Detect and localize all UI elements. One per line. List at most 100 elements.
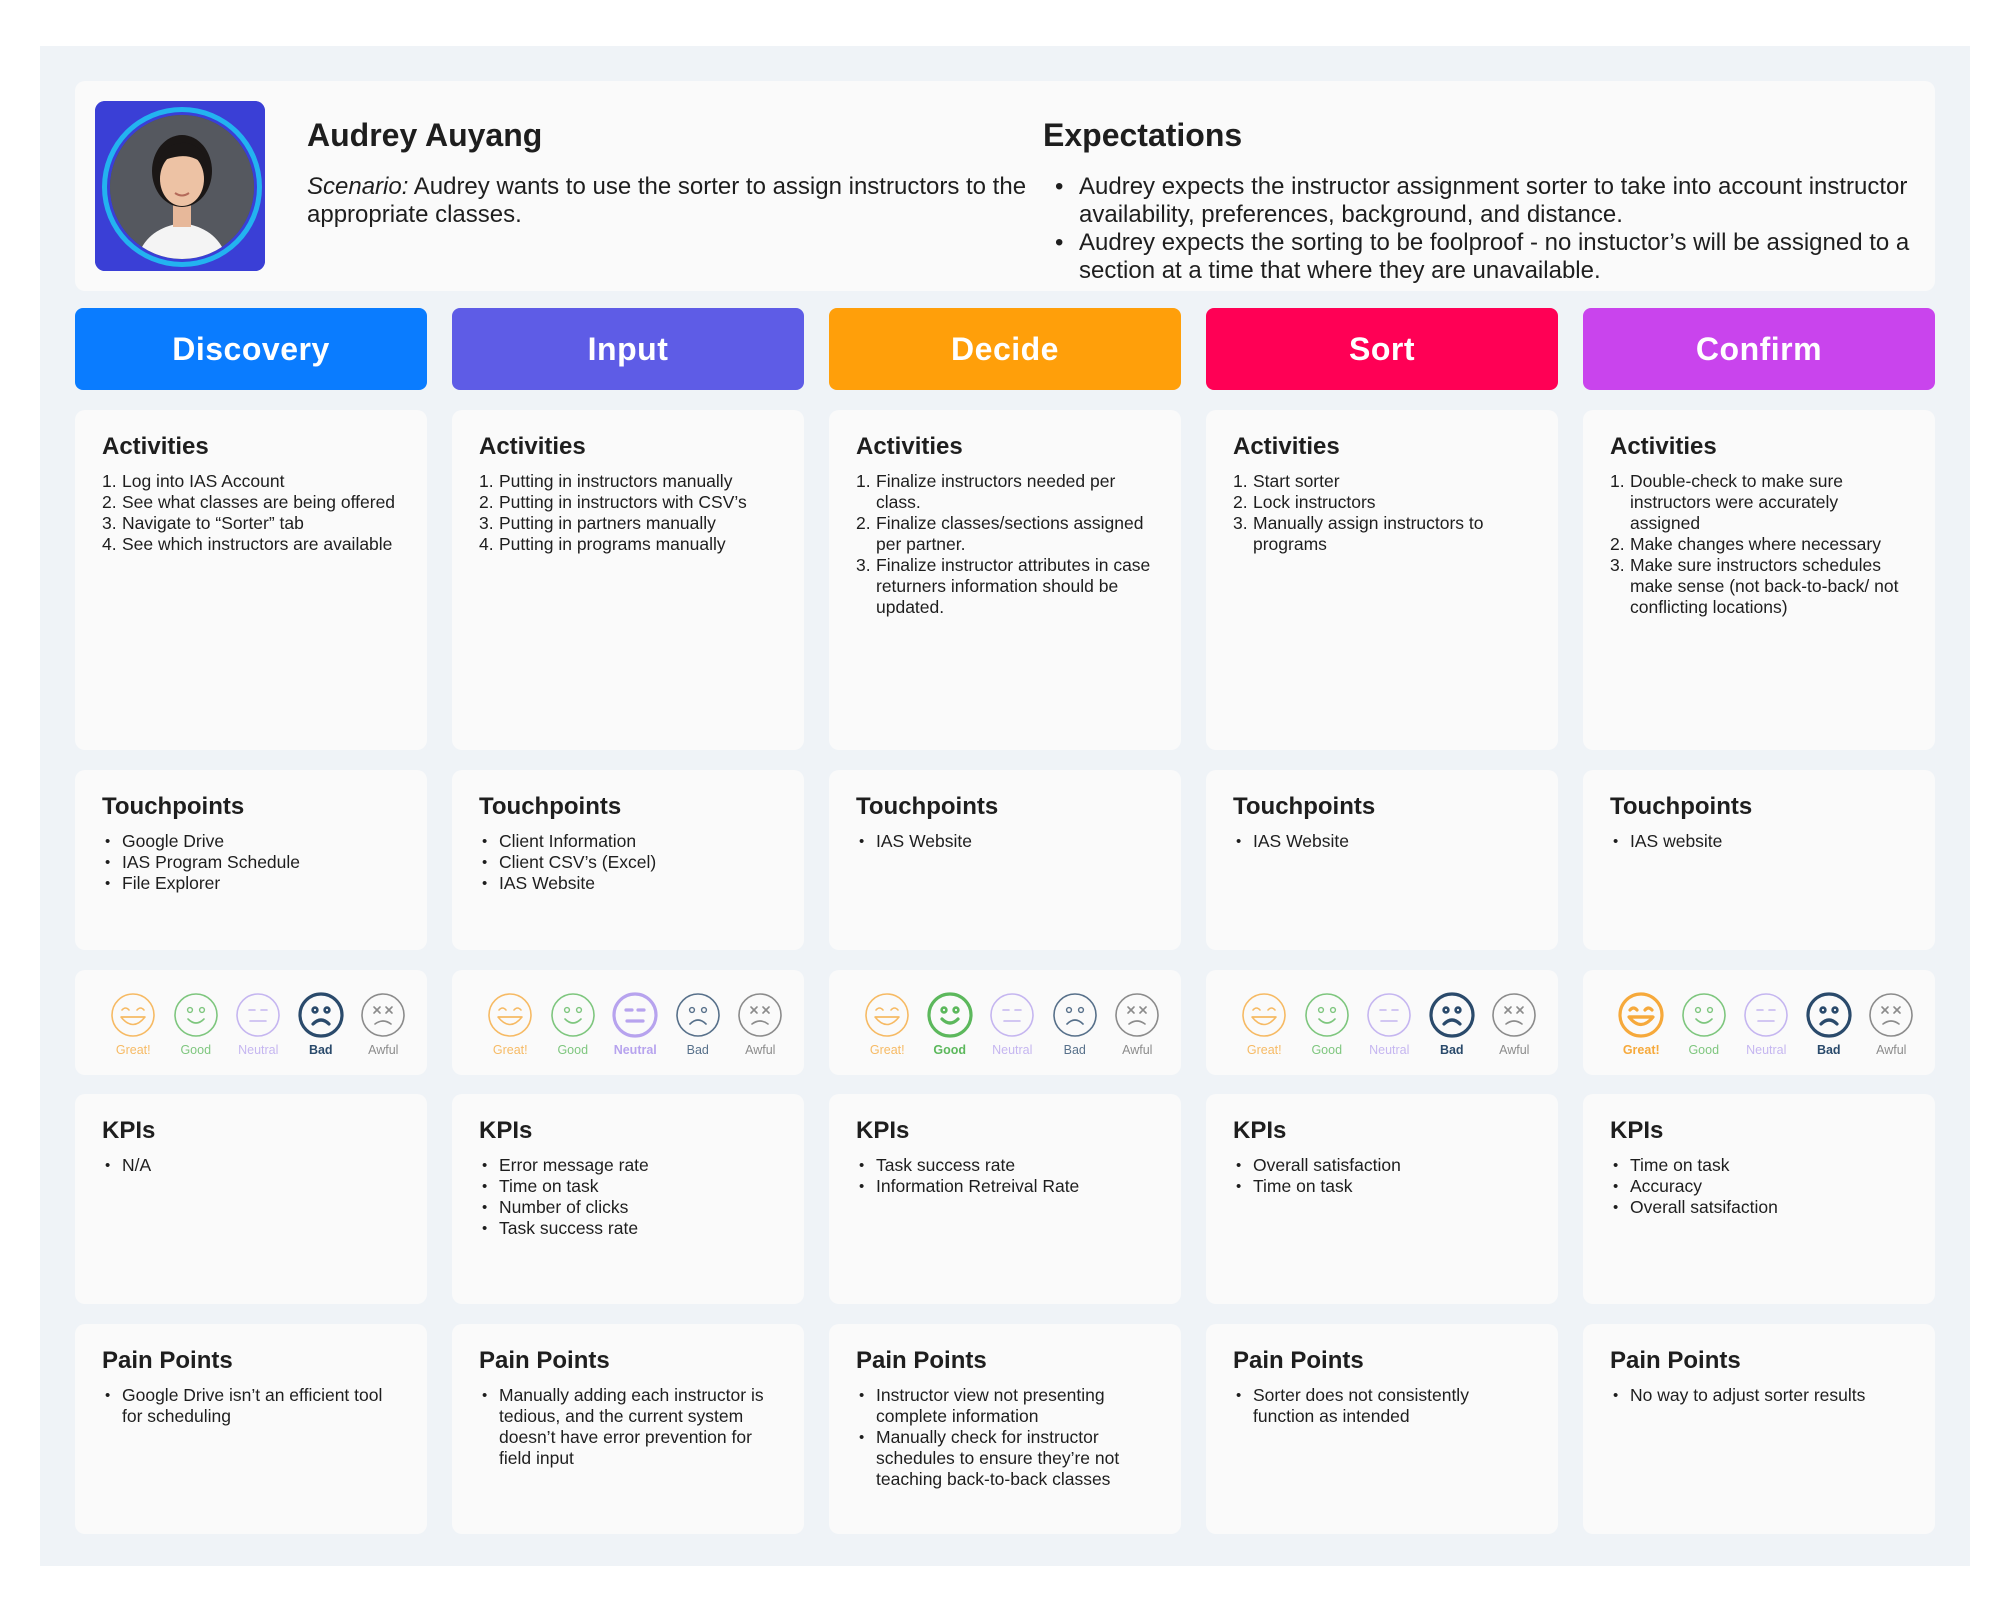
expectation-item: Audrey expects the instructor assignment… xyxy=(1043,173,1918,229)
emotion-label: Great! xyxy=(115,1043,151,1057)
touchpoints-title: Touchpoints xyxy=(856,793,999,820)
emotion-good: Good xyxy=(1673,990,1736,1057)
touchpoints-item: File Explorer xyxy=(102,873,401,894)
emotion-label: Good xyxy=(180,1043,212,1057)
kpis-item: Time on task xyxy=(1610,1155,1909,1176)
touchpoints-item: IAS website xyxy=(1610,831,1909,852)
activities-item: Make sure instructors schedules make sen… xyxy=(1610,555,1909,618)
activities-item: Make changes where necessary xyxy=(1610,534,1909,555)
good-face-icon xyxy=(1679,990,1729,1040)
touchpoints-list: IAS Website xyxy=(856,831,1155,852)
activities-item: Navigate to “Sorter” tab xyxy=(102,513,401,534)
activities-item: Putting in instructors with CSV’s xyxy=(479,492,778,513)
good-face-icon xyxy=(1302,990,1352,1040)
touchpoints-card-input: Touchpoints Client InformationClient CSV’… xyxy=(452,770,804,950)
persona-card: Audrey Auyang Scenario: Audrey wants to … xyxy=(75,81,1935,291)
awful-face-icon xyxy=(358,990,408,1040)
activities-title: Activities xyxy=(102,433,209,460)
great-face-icon xyxy=(862,990,912,1040)
emotion-good: Good xyxy=(165,990,228,1057)
neutral-face-icon xyxy=(610,990,660,1040)
pain-points-title: Pain Points xyxy=(1610,1347,1741,1374)
emotion-label: Awful xyxy=(745,1043,776,1057)
emotion-label: Good xyxy=(933,1043,967,1057)
emotion-neutral: Neutral xyxy=(604,990,667,1057)
bad-face-icon xyxy=(296,990,346,1040)
awful-face-icon xyxy=(1866,990,1916,1040)
expectations-title: Expectations xyxy=(1043,117,1243,153)
touchpoints-title: Touchpoints xyxy=(479,793,622,820)
emotion-great: Great! xyxy=(479,990,542,1057)
awful-face-icon xyxy=(735,990,785,1040)
emotion-awful: Awful xyxy=(1860,990,1923,1057)
activities-list: Finalize instructors needed per class.Fi… xyxy=(856,471,1155,618)
emotion-neutral: Neutral xyxy=(1735,990,1798,1057)
pain-points-list: Instructor view not presenting complete … xyxy=(856,1385,1155,1490)
kpis-list: N/A xyxy=(102,1155,401,1176)
pain-points-item: Instructor view not presenting complete … xyxy=(856,1385,1155,1427)
emotion-bad: Bad xyxy=(1044,990,1107,1057)
good-face-icon xyxy=(925,990,975,1040)
great-face-icon xyxy=(108,990,158,1040)
activities-item: Log into IAS Account xyxy=(102,471,401,492)
kpis-item: Error message rate xyxy=(479,1155,778,1176)
activities-card-confirm: Activities Double-check to make sure inst… xyxy=(1583,410,1935,750)
stage-header-discovery: Discovery xyxy=(75,308,427,390)
emotion-scale-confirm: Great! Good Neutral Bad Awful xyxy=(1583,970,1935,1075)
pain-points-title: Pain Points xyxy=(1233,1347,1364,1374)
pain-points-title: Pain Points xyxy=(856,1347,987,1374)
neutral-face-icon xyxy=(1364,990,1414,1040)
touchpoints-item: Client Information xyxy=(479,831,778,852)
emotion-neutral: Neutral xyxy=(227,990,290,1057)
activities-list: Log into IAS AccountSee what classes are… xyxy=(102,471,401,555)
pain-points-list: Google Drive isn’t an efficient tool for… xyxy=(102,1385,401,1427)
touchpoints-list: Google DriveIAS Program ScheduleFile Exp… xyxy=(102,831,401,894)
touchpoints-list: IAS Website xyxy=(1233,831,1532,852)
emotion-label: Neutral xyxy=(613,1043,657,1057)
scenario-label: Scenario: xyxy=(307,173,409,200)
emotion-label: Bad xyxy=(1816,1043,1841,1057)
kpis-list: Task success rateInformation Retreival R… xyxy=(856,1155,1155,1197)
emotion-awful: Awful xyxy=(1106,990,1169,1057)
emotion-great: Great! xyxy=(856,990,919,1057)
activities-item: Putting in programs manually xyxy=(479,534,778,555)
kpis-item: N/A xyxy=(102,1155,401,1176)
activities-card-decide: Activities Finalize instructors needed pe… xyxy=(829,410,1181,750)
emotion-scale-input: Great! Good Neutral Bad Awful xyxy=(452,970,804,1075)
persona-scenario: Scenario: Audrey wants to use the sorter… xyxy=(307,173,1027,229)
emotion-awful: Awful xyxy=(1483,990,1546,1057)
emotion-label: Neutral xyxy=(238,1043,279,1057)
good-face-icon xyxy=(548,990,598,1040)
kpis-card-sort: KPIs Overall satisfactionTime on task xyxy=(1206,1094,1558,1304)
emotion-bad: Bad xyxy=(1421,990,1484,1057)
touchpoints-title: Touchpoints xyxy=(1610,793,1753,820)
activities-title: Activities xyxy=(1610,433,1717,460)
emotion-label: Great! xyxy=(1246,1043,1282,1057)
activities-card-sort: Activities Start sorterLock instructorsMa… xyxy=(1206,410,1558,750)
pain-points-item: Manually check for instructor schedules … xyxy=(856,1427,1155,1490)
kpis-list: Time on taskAccuracyOverall satsifaction xyxy=(1610,1155,1909,1218)
neutral-face-icon xyxy=(1741,990,1791,1040)
kpis-item: Time on task xyxy=(479,1176,778,1197)
touchpoints-card-decide: Touchpoints IAS Website xyxy=(829,770,1181,950)
emotion-label: Awful xyxy=(1876,1043,1907,1057)
kpis-title: KPIs xyxy=(479,1117,533,1144)
touchpoints-item: Google Drive xyxy=(102,831,401,852)
pain-points-item: Manually adding each instructor is tedio… xyxy=(479,1385,778,1469)
journey-map-board: Audrey Auyang Scenario: Audrey wants to … xyxy=(40,46,1970,1566)
pain-points-title: Pain Points xyxy=(479,1347,610,1374)
touchpoints-item: IAS Website xyxy=(1233,831,1532,852)
touchpoints-item: IAS Program Schedule xyxy=(102,852,401,873)
emotion-awful: Awful xyxy=(729,990,792,1057)
touchpoints-list: Client InformationClient CSV’s (Excel)IA… xyxy=(479,831,778,894)
persona-avatar xyxy=(95,101,265,271)
kpis-title: KPIs xyxy=(1610,1117,1664,1144)
activities-title: Activities xyxy=(479,433,586,460)
touchpoints-item: IAS Website xyxy=(479,873,778,894)
touchpoints-card-discovery: Touchpoints Google DriveIAS Program Sched… xyxy=(75,770,427,950)
emotion-label: Bad xyxy=(1063,1043,1086,1057)
pain-points-list: Sorter does not consistently function as… xyxy=(1233,1385,1532,1427)
emotion-label: Great! xyxy=(492,1043,528,1057)
great-face-icon xyxy=(1616,990,1666,1040)
activities-list: Putting in instructors manuallyPutting i… xyxy=(479,471,778,555)
